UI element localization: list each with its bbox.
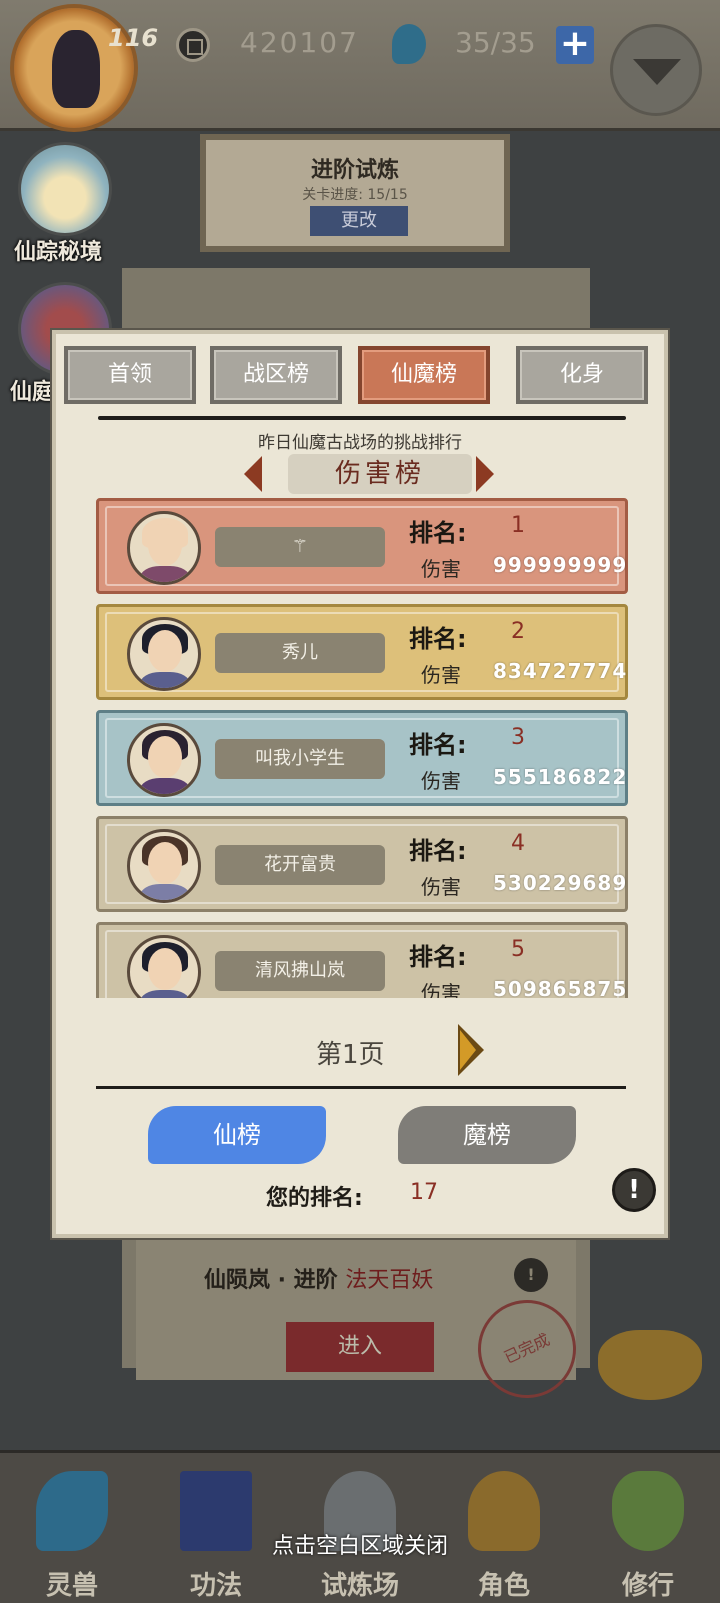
nav-label: 试炼场 — [320, 1571, 399, 1601]
immortal-board-button[interactable]: 仙榜 — [148, 1106, 326, 1164]
ranking-modal: 首领 战区榜 仙魔榜 化身 昨日仙魔古战场的挑战排行 伤害榜 ⚚ 排名: 1 伤… — [52, 330, 668, 1238]
ranking-row-2[interactable]: 秀儿 排名: 2 伤害 834727774 — [96, 604, 628, 700]
side-label-secret-realm: 仙踪秘境 — [14, 240, 103, 265]
next-board-icon[interactable] — [476, 456, 494, 492]
enter-button[interactable]: 进入 — [286, 1322, 434, 1372]
avatar-face — [52, 30, 100, 108]
rank-label: 排名: — [409, 519, 467, 547]
treasure-pot-icon[interactable] — [598, 1330, 702, 1400]
avatar-body — [140, 990, 190, 998]
avatar-head — [148, 948, 182, 990]
rank-value: 1 — [511, 513, 525, 538]
damage-value: 555186822 — [493, 765, 628, 789]
add-spirit-button[interactable]: + — [556, 26, 594, 64]
bottom-nav: 灵兽 功法 试炼场 角色 修行 — [0, 1450, 720, 1603]
coin-icon — [176, 28, 210, 62]
trial-progress: 关卡进度: 15/15 — [302, 187, 408, 203]
damage-value: 509865875 — [493, 977, 628, 998]
avatar — [127, 617, 201, 691]
avatar — [127, 511, 201, 585]
side-label-immortal-court: 仙庭 — [10, 380, 55, 405]
ranking-row-4[interactable]: 花开富贵 排名: 4 伤害 530229689 — [96, 816, 628, 912]
board-title: 伤害榜 — [288, 454, 472, 494]
side-button-secret-realm[interactable] — [18, 142, 112, 236]
avatar-head — [148, 842, 182, 884]
ranking-row-3[interactable]: 叫我小学生 排名: 3 伤害 555186822 — [96, 710, 628, 806]
divider — [96, 1086, 626, 1089]
ranking-row-1[interactable]: ⚚ 排名: 1 伤害 999999999 — [96, 498, 628, 594]
ranking-subtitle: 昨日仙魔古战场的挑战排行 — [258, 433, 462, 453]
my-rank-label: 您的排名: — [266, 1186, 363, 1211]
rank-value: 2 — [511, 619, 525, 644]
rank-value: 5 — [511, 937, 525, 962]
player-name: 花开富贵 — [215, 845, 385, 885]
trial-scroll-card: 进阶试炼 关卡进度: 15/15 更改 — [200, 134, 510, 252]
my-rank-value: 17 — [410, 1180, 438, 1205]
prev-board-icon[interactable] — [244, 456, 262, 492]
stage-info-icon[interactable]: ! — [514, 1258, 548, 1292]
nav-label: 灵兽 — [45, 1571, 98, 1601]
rank-value: 4 — [511, 831, 525, 856]
avatar-head — [148, 524, 182, 566]
ranking-row-5[interactable]: 清风拂山岚 排名: 5 伤害 509865875 — [96, 922, 628, 998]
spirit-count: 35/35 — [455, 26, 536, 59]
stage-boss: 法天百妖 — [345, 1268, 434, 1293]
nav-label: 角色 — [477, 1571, 530, 1601]
player-name: 清风拂山岚 — [215, 951, 385, 991]
damage-label: 伤害 — [421, 981, 461, 998]
damage-value: 999999999 — [493, 553, 628, 577]
player-name: ⚚ — [215, 527, 385, 567]
close-hint[interactable]: 点击空白区域关闭 — [0, 1528, 720, 1560]
next-page-icon[interactable] — [458, 1024, 484, 1076]
change-button[interactable]: 更改 — [310, 206, 408, 236]
tab-war-zone[interactable]: 战区榜 — [210, 346, 342, 404]
damage-label: 伤害 — [421, 769, 461, 793]
tab-avatar[interactable]: 化身 — [516, 346, 648, 404]
rank-label: 排名: — [409, 731, 467, 759]
rank-label: 排名: — [409, 625, 467, 653]
dropdown-menu-button[interactable] — [610, 24, 702, 116]
coin-count: 420107 — [240, 26, 359, 59]
ranking-list[interactable]: ⚚ 排名: 1 伤害 999999999 秀儿 排名: 2 伤害 8347277… — [96, 498, 628, 998]
rank-label: 排名: — [409, 837, 467, 865]
player-level: 116 — [108, 24, 159, 52]
damage-label: 伤害 — [421, 875, 461, 899]
damage-label: 伤害 — [421, 557, 461, 581]
damage-label: 伤害 — [421, 663, 461, 687]
avatar — [127, 829, 201, 903]
rank-value: 3 — [511, 725, 525, 750]
tab-immortal-demon[interactable]: 仙魔榜 — [358, 346, 490, 404]
nav-label: 修行 — [621, 1571, 674, 1601]
damage-value: 834727774 — [493, 659, 628, 683]
demon-board-button[interactable]: 魔榜 — [398, 1106, 576, 1164]
stage-name-text: 仙陨岚 · 进阶 — [204, 1268, 338, 1293]
rank-label: 排名: — [409, 943, 467, 971]
player-name: 秀儿 — [215, 633, 385, 673]
avatar-head — [148, 630, 182, 672]
avatar-head — [148, 736, 182, 778]
nav-label: 功法 — [189, 1571, 242, 1601]
info-icon[interactable]: ! — [612, 1168, 656, 1212]
page-indicator: 第1页 — [316, 1040, 385, 1070]
avatar — [127, 723, 201, 797]
spirit-icon — [392, 24, 426, 64]
damage-value: 530229689 — [493, 871, 628, 895]
player-name: 叫我小学生 — [215, 739, 385, 779]
trial-title: 进阶试炼 — [310, 158, 399, 183]
stage-name: 仙陨岚 · 进阶 法天百妖 — [204, 1262, 433, 1294]
tab-boss[interactable]: 首领 — [64, 346, 196, 404]
divider — [98, 416, 626, 420]
